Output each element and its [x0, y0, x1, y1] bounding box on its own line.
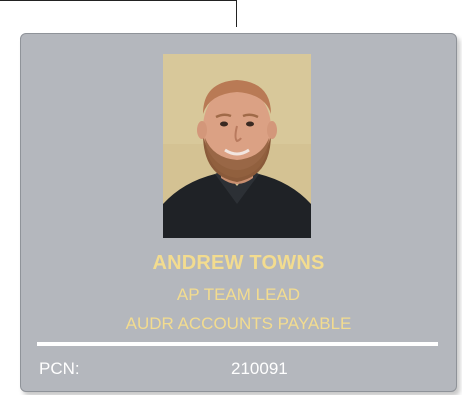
- employee-title: AP TEAM LEAD: [176, 285, 301, 304]
- pcn-label: PCN:: [39, 359, 80, 378]
- org-chart-canvas: ANDREW TOWNS AP TEAM LEAD AUDR ACCOUNTS …: [0, 0, 462, 395]
- employee-name: ANDREW TOWNS: [152, 252, 325, 274]
- connector-line: [0, 0, 237, 27]
- divider: [37, 342, 438, 346]
- employee-photo: [163, 54, 311, 238]
- employee-card[interactable]: ANDREW TOWNS AP TEAM LEAD AUDR ACCOUNTS …: [20, 33, 457, 392]
- employee-department: AUDR ACCOUNTS PAYABLE: [125, 314, 352, 333]
- pcn-value: 210091: [231, 359, 288, 378]
